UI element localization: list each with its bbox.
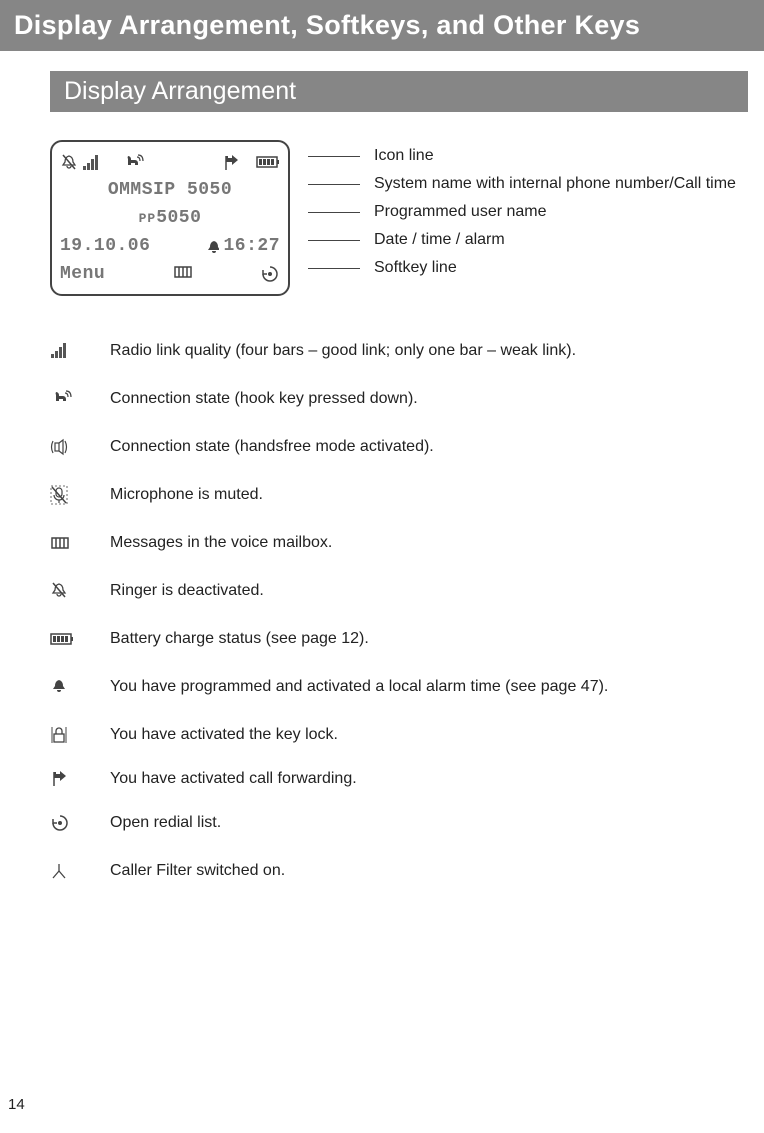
pointer-icon-line: Icon line <box>374 147 434 165</box>
alarm-icon <box>205 238 219 254</box>
pointer-row: Icon line <box>308 142 748 170</box>
page-number: 14 <box>8 1096 25 1113</box>
lcd-user-name: PP5050 <box>60 204 280 232</box>
mic-mute-icon <box>50 485 68 505</box>
legend-row: You have activated call forwarding. <box>50 762 748 796</box>
redial-icon <box>50 813 70 833</box>
lcd-softkey-menu: Menu <box>60 264 105 284</box>
legend-row: Connection state (hook key pressed down)… <box>50 378 748 420</box>
legend-row: You have programmed and activated a loca… <box>50 666 748 708</box>
legend-text: Caller Filter switched on. <box>110 862 285 880</box>
redial-icon <box>260 264 280 284</box>
page-title: Display Arrangement, Softkeys, and Other… <box>0 0 764 51</box>
voicemail-icon <box>173 262 193 280</box>
lcd-date: 19.10.06 <box>60 236 150 256</box>
legend-row: Microphone is muted. <box>50 474 748 516</box>
call-forward-icon <box>50 769 68 789</box>
legend-text: Radio link quality (four bars – good lin… <box>110 342 576 360</box>
lcd-user-number: 5050 <box>156 208 201 228</box>
pointer-system-name: System name with internal phone number/C… <box>374 175 736 193</box>
pointer-row: Programmed user name <box>308 198 748 226</box>
pointer-labels: Icon line System name with internal phon… <box>308 140 748 282</box>
legend-row: Radio link quality (four bars – good lin… <box>50 330 748 372</box>
legend-row: Messages in the voice mailbox. <box>50 522 748 564</box>
caller-filter-icon <box>50 861 68 881</box>
content-area: Display Arrangement OMMSIP 5050 PP5050 <box>0 51 764 892</box>
legend-text: Microphone is muted. <box>110 486 263 504</box>
legend-row: Battery charge status (see page 12). <box>50 618 748 660</box>
battery-icon <box>50 630 76 648</box>
pointer-user-name: Programmed user name <box>374 203 547 221</box>
pointer-row: Date / time / alarm <box>308 226 748 254</box>
keylock-icon <box>50 725 68 745</box>
legend-text: Open redial list. <box>110 814 221 832</box>
voicemail-icon <box>50 533 72 553</box>
lcd-screen: OMMSIP 5050 PP5050 19.10.06 16:27 Menu <box>50 140 290 296</box>
lcd-softkey-line: Menu <box>60 260 280 288</box>
ringer-off-icon <box>60 153 76 171</box>
hook-icon <box>50 389 74 409</box>
pointer-datetime: Date / time / alarm <box>374 231 505 249</box>
call-forward-icon <box>222 153 238 171</box>
battery-icon <box>256 153 280 171</box>
pointer-row: System name with internal phone number/C… <box>308 170 748 198</box>
legend-text: You have activated the key lock. <box>110 726 338 744</box>
signal-bars-icon <box>50 341 72 361</box>
legend-text: Connection state (handsfree mode activat… <box>110 438 434 456</box>
pointer-softkey: Softkey line <box>374 259 457 277</box>
legend-text: Ringer is deactivated. <box>110 582 264 600</box>
legend-text: Connection state (hook key pressed down)… <box>110 390 418 408</box>
lcd-datetime-line: 19.10.06 16:27 <box>60 232 280 260</box>
lcd-time: 16:27 <box>223 236 280 256</box>
legend-row: Open redial list. <box>50 802 748 844</box>
legend-row: Ringer is deactivated. <box>50 570 748 612</box>
legend-text: You have programmed and activated a loca… <box>110 678 608 696</box>
display-diagram: OMMSIP 5050 PP5050 19.10.06 16:27 Menu <box>50 140 748 296</box>
legend-row: You have activated the key lock. <box>50 714 748 756</box>
lcd-pp-prefix: PP <box>139 211 157 226</box>
pointer-row: Softkey line <box>308 254 748 282</box>
lcd-system-name: OMMSIP 5050 <box>60 176 280 204</box>
legend-text: You have activated call forwarding. <box>110 770 357 788</box>
ringer-off-icon <box>50 581 68 601</box>
section-title: Display Arrangement <box>50 71 748 112</box>
legend-text: Battery charge status (see page 12). <box>110 630 369 648</box>
legend-text: Messages in the voice mailbox. <box>110 534 332 552</box>
icon-legend: Radio link quality (four bars – good lin… <box>50 330 748 892</box>
signal-bars-icon <box>82 153 100 171</box>
lcd-icon-line <box>60 148 280 176</box>
legend-row: Connection state (handsfree mode activat… <box>50 426 748 468</box>
alarm-icon <box>50 677 68 697</box>
handsfree-icon <box>50 437 70 457</box>
hook-icon <box>122 153 144 171</box>
legend-row: Caller Filter switched on. <box>50 850 748 892</box>
